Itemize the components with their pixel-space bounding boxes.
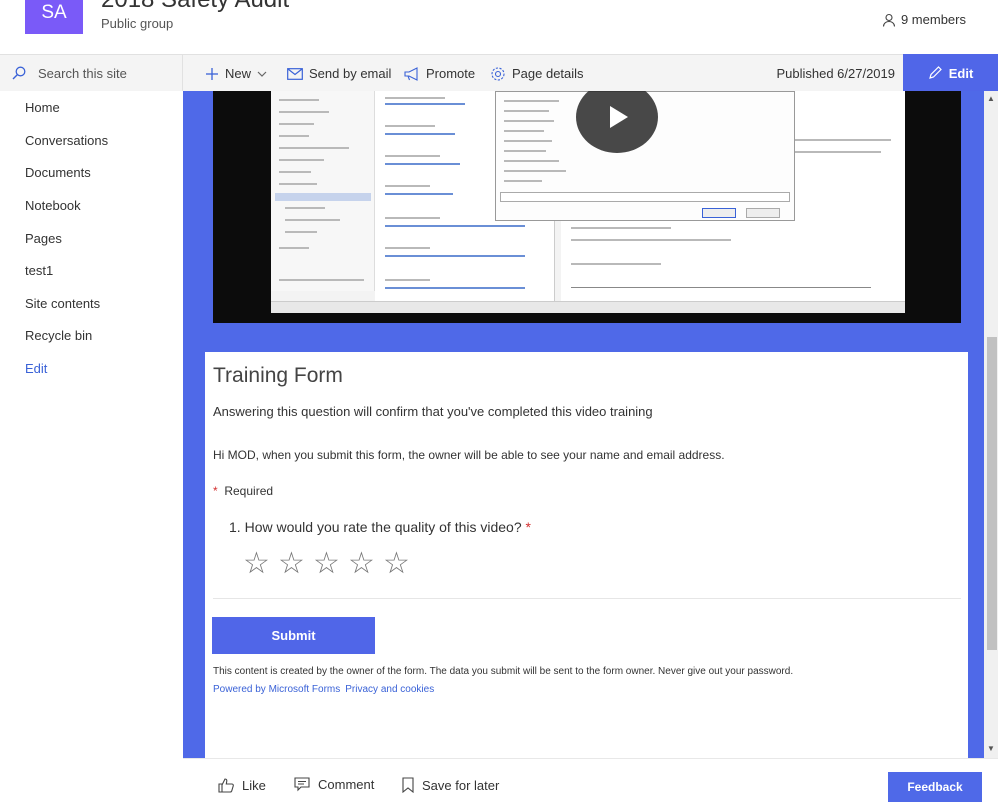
video-thumbnail-statusbar (271, 301, 905, 313)
pencil-icon (928, 66, 942, 80)
feedback-button[interactable]: Feedback (888, 772, 982, 802)
page-details-button[interactable]: Page details (490, 55, 584, 92)
nav-item-home[interactable]: Home (25, 100, 60, 115)
page-details-label: Page details (512, 66, 584, 81)
mail-icon (287, 67, 303, 80)
star-icon[interactable]: ☆ (383, 548, 410, 580)
nav-item-pages[interactable]: Pages (25, 231, 62, 246)
required-label: Required (224, 484, 274, 498)
members-button[interactable]: 9 members (882, 12, 966, 27)
new-button[interactable]: New (205, 55, 267, 92)
page-footer: Like Comment Save for later Feedback (183, 758, 998, 812)
promote-button[interactable]: Promote (404, 55, 475, 92)
nav-item-site-contents[interactable]: Site contents (25, 296, 100, 311)
new-label: New (225, 66, 252, 81)
question-required-marker: * (525, 519, 531, 535)
scrollbar-thumb[interactable] (987, 337, 997, 650)
site-subtitle: Public group (101, 16, 174, 31)
required-legend: * Required (213, 484, 273, 498)
submit-button[interactable]: Submit (212, 617, 375, 654)
star-icon[interactable]: ☆ (243, 548, 270, 580)
training-form: Training Form Answering this question wi… (205, 352, 968, 758)
save-for-later-button[interactable]: Save for later (402, 777, 499, 793)
search-icon (12, 66, 26, 80)
promote-label: Promote (426, 66, 476, 81)
nav-item-documents[interactable]: Documents (25, 165, 91, 180)
send-by-email-button[interactable]: Send by email (287, 55, 391, 92)
form-disclaimer: This content is created by the owner of … (213, 666, 794, 677)
star-rating[interactable]: ☆ ☆ ☆ ☆ ☆ (243, 548, 410, 580)
save-for-later-label: Save for later (422, 777, 500, 793)
question-number: 1. (229, 519, 241, 535)
star-icon[interactable]: ☆ (278, 548, 305, 580)
nav-item-test1[interactable]: test1 (25, 263, 53, 278)
like-button[interactable]: Like (218, 777, 266, 793)
video-player[interactable] (213, 91, 961, 323)
scroll-down-icon[interactable]: ▼ (987, 744, 995, 753)
comment-icon (294, 777, 310, 792)
page-canvas: Training Form Answering this question wi… (183, 91, 984, 758)
star-icon[interactable]: ☆ (348, 548, 375, 580)
edit-page-button[interactable]: Edit (903, 54, 998, 92)
comment-label: Comment (318, 777, 375, 792)
command-bar: New Send by email Promote Page details P… (183, 54, 998, 92)
gear-icon (490, 66, 506, 82)
like-icon (218, 777, 234, 793)
nav-edit-link[interactable]: Edit (25, 361, 47, 376)
person-icon (882, 13, 896, 27)
form-identity-note: Hi MOD, when you submit this form, the o… (213, 448, 725, 462)
send-by-email-label: Send by email (309, 66, 392, 81)
chevron-down-icon (257, 69, 267, 79)
like-label: Like (242, 777, 266, 793)
form-title: Training Form (213, 364, 343, 387)
search-box[interactable]: Search this site (0, 54, 183, 91)
site-logo[interactable]: SA (25, 0, 83, 34)
plus-icon (205, 67, 219, 81)
nav-item-conversations[interactable]: Conversations (25, 133, 108, 148)
powered-by-link[interactable]: Powered by Microsoft Forms (213, 684, 340, 695)
star-icon[interactable]: ☆ (313, 548, 340, 580)
site-title[interactable]: 2018 Safety Audit (101, 0, 289, 14)
bookmark-icon (402, 777, 414, 793)
nav-item-notebook[interactable]: Notebook (25, 198, 81, 213)
form-divider (213, 598, 961, 599)
form-links: Powered by Microsoft Forms Privacy and c… (213, 684, 434, 695)
scroll-up-icon[interactable]: ▲ (987, 94, 995, 103)
edit-page-label: Edit (948, 65, 974, 81)
site-header: SA 2018 Safety Audit Public group 9 memb… (0, 0, 998, 54)
members-label: 9 members (900, 12, 966, 27)
nav-item-recycle-bin[interactable]: Recycle bin (25, 328, 92, 343)
comment-button[interactable]: Comment (294, 777, 374, 792)
video-thumbnail-folders (271, 91, 375, 291)
question-1: 1. How would you rate the quality of thi… (229, 519, 531, 535)
left-navigation: Home Conversations Documents Notebook Pa… (0, 91, 183, 812)
privacy-link[interactable]: Privacy and cookies (345, 684, 434, 695)
required-marker: * (213, 484, 218, 498)
question-text: How would you rate the quality of this v… (244, 519, 522, 535)
search-input[interactable]: Search this site (38, 66, 127, 81)
published-date: Published 6/27/2019 (776, 66, 895, 81)
form-description: Answering this question will confirm tha… (213, 404, 653, 419)
megaphone-icon (404, 66, 420, 81)
